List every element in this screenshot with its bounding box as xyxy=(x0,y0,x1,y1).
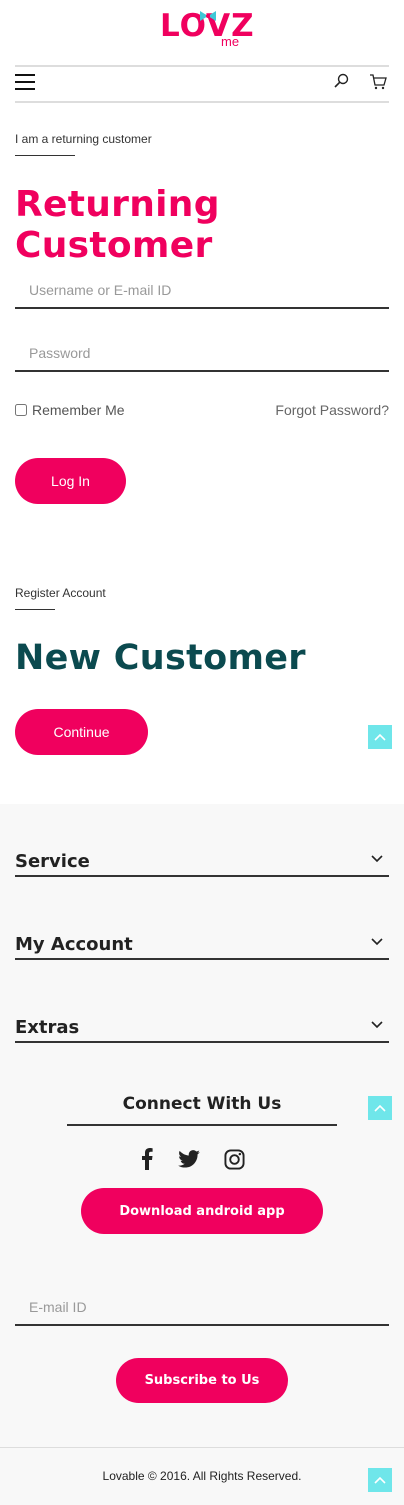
facebook-icon[interactable] xyxy=(138,1146,156,1172)
brand-logo[interactable]: LOVZ me xyxy=(0,8,404,52)
remember-checkbox[interactable] xyxy=(15,404,27,416)
chevron-up-icon xyxy=(374,1476,386,1484)
username-field[interactable] xyxy=(15,273,389,309)
breadcrumb-underline xyxy=(15,609,55,610)
connect-title: Connect With Us xyxy=(122,1094,282,1114)
footer-accordion-extras[interactable]: Extras xyxy=(15,1009,389,1043)
bow-icon xyxy=(200,11,216,21)
continue-button[interactable]: Continue xyxy=(15,709,148,755)
password-field[interactable] xyxy=(15,336,389,372)
instagram-icon[interactable] xyxy=(222,1146,246,1172)
chevron-up-icon xyxy=(374,1104,386,1112)
breadcrumb-underline xyxy=(15,155,75,156)
accordion-label: Extras xyxy=(15,1017,80,1038)
connect-underline xyxy=(67,1124,337,1126)
chevron-down-icon xyxy=(371,855,383,863)
top-navbar xyxy=(15,65,389,103)
download-android-app-button[interactable]: Download android app xyxy=(81,1188,323,1234)
subscribe-button[interactable]: Subscribe to Us xyxy=(116,1358,288,1403)
forgot-password-link[interactable]: Forgot Password? xyxy=(275,402,389,418)
chevron-down-icon xyxy=(371,938,383,946)
hamburger-menu-icon[interactable] xyxy=(15,74,35,90)
footer-divider xyxy=(0,1447,404,1448)
breadcrumb-returning: I am a returning customer xyxy=(15,132,152,146)
logo-subtext: me xyxy=(221,34,240,49)
search-icon[interactable] xyxy=(333,73,349,89)
login-button[interactable]: Log In xyxy=(15,458,126,504)
twitter-icon[interactable] xyxy=(177,1146,201,1172)
newsletter-email-field[interactable] xyxy=(15,1290,389,1326)
accordion-label: My Account xyxy=(15,934,133,955)
accordion-label: Service xyxy=(15,851,90,872)
chevron-down-icon xyxy=(371,1021,383,1029)
footer-accordion-my-account[interactable]: My Account xyxy=(15,926,389,960)
section-title-new-customer: New Customer xyxy=(15,638,306,678)
remember-label: Remember Me xyxy=(32,402,125,418)
copyright-text: Lovable © 2016. All Rights Reserved. xyxy=(102,1469,302,1483)
page-title: Returning Customer xyxy=(15,184,220,266)
scroll-top-button[interactable] xyxy=(368,725,392,749)
cart-icon[interactable] xyxy=(369,73,387,91)
remember-me[interactable]: Remember Me xyxy=(15,402,125,418)
scroll-top-button[interactable] xyxy=(368,1468,392,1492)
chevron-up-icon xyxy=(374,733,386,741)
breadcrumb-register: Register Account xyxy=(15,586,106,600)
scroll-top-button[interactable] xyxy=(368,1096,392,1120)
footer-accordion-service[interactable]: Service xyxy=(15,843,389,877)
